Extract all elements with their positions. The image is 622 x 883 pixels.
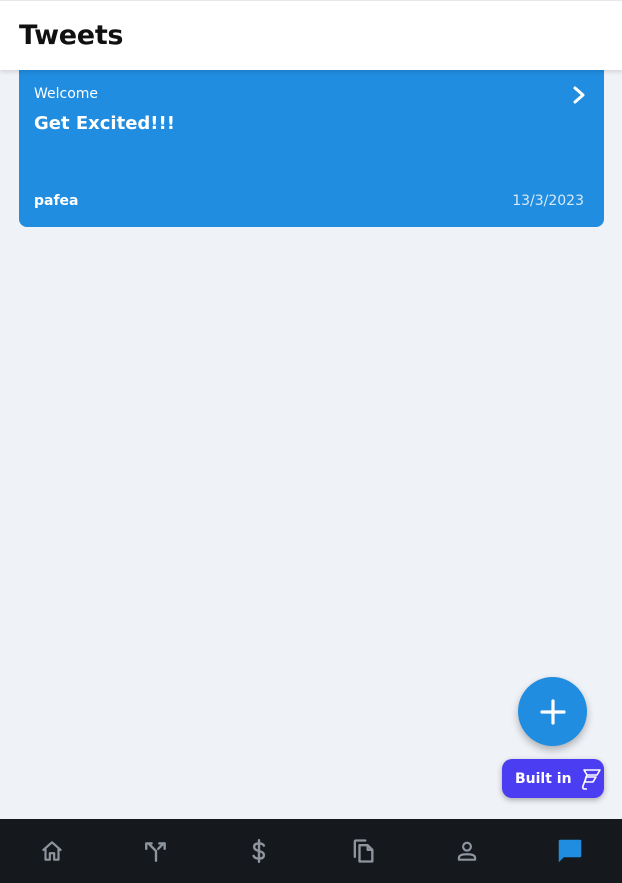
tweet-date: 13/3/2023 [512, 193, 584, 209]
bottom-navbar [0, 819, 622, 883]
tweet-title: Get Excited!!! [34, 113, 175, 134]
app-header: Tweets [0, 0, 622, 70]
flutterflow-logo-icon [581, 768, 601, 790]
tweet-author: pafea [34, 193, 79, 209]
tweet-card[interactable]: Welcome Get Excited!!! pafea 13/3/2023 [19, 70, 604, 227]
nav-item-merge[interactable] [104, 819, 208, 883]
page-title: Tweets [19, 20, 124, 51]
home-icon [42, 841, 62, 861]
copy-icon [353, 839, 374, 863]
nav-item-documents[interactable] [311, 819, 415, 883]
plus-icon [539, 698, 566, 725]
person-icon [457, 841, 476, 861]
built-in-badge[interactable]: Built in [502, 759, 604, 798]
nav-item-home[interactable] [0, 819, 104, 883]
nav-item-tweets[interactable] [518, 819, 622, 883]
nav-item-profile[interactable] [415, 819, 519, 883]
tweet-subtitle: Welcome [34, 86, 99, 102]
merge-arrows-icon [144, 842, 166, 862]
dollar-icon [252, 838, 266, 864]
nav-item-payments[interactable] [207, 819, 311, 883]
chat-icon [558, 839, 582, 863]
chevron-right-icon[interactable] [571, 84, 587, 106]
built-in-label: Built in [515, 770, 572, 787]
add-tweet-button[interactable] [518, 677, 587, 746]
